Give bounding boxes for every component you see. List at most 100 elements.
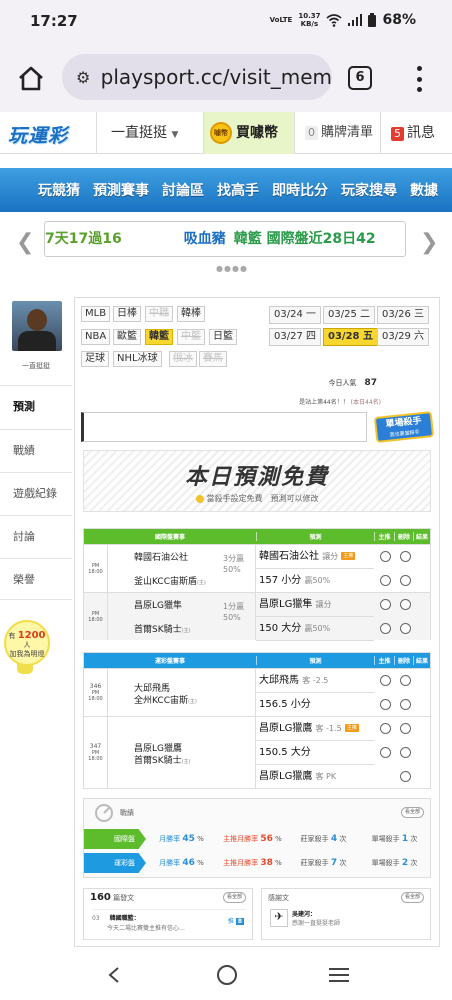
record-more-button[interactable]: 看全部 — [400, 807, 424, 818]
thanks-name[interactable]: 吳建河： — [292, 911, 316, 918]
pick-cell[interactable]: 157 小分 贏50% — [256, 569, 374, 593]
pick-cell[interactable]: 150.5 大分 — [256, 741, 374, 765]
pick-cell[interactable]: 昌原LG獵鷹 客 PK — [256, 765, 374, 789]
tab-switcher-button[interactable]: 6 — [348, 66, 372, 90]
single-killer-badge[interactable]: 單場殺手 我也要當殺手 — [373, 411, 435, 443]
avatar[interactable] — [12, 301, 62, 351]
main-pick-radio[interactable] — [380, 575, 391, 586]
delete-radio[interactable] — [400, 599, 411, 610]
delete-radio[interactable] — [400, 575, 411, 586]
messages-link[interactable]: 5 訊息 — [380, 112, 452, 154]
pick-total[interactable]: 150 大分 — [259, 623, 301, 634]
table-row: 347 PM 18:00 昌原LG獵鷹 首爾SK騎士(主) 昌原LG獵鷹 客 -1… — [84, 716, 430, 788]
league-nhl[interactable]: NHL冰球 — [113, 351, 162, 367]
date-0324[interactable]: 03/24 一 — [269, 306, 321, 324]
pick-total[interactable]: 150.5 大分 — [259, 747, 311, 758]
league-nba[interactable]: NBA — [81, 329, 111, 345]
nav-item-livescore[interactable]: 即時比分 — [272, 180, 328, 200]
delete-radio[interactable] — [400, 699, 411, 710]
home-icon[interactable] — [16, 64, 46, 94]
site-logo[interactable]: 玩運彩 — [8, 121, 68, 148]
league-npb[interactable]: 日棒 — [113, 306, 141, 322]
ticker-record[interactable]: 7天17過16 — [45, 231, 122, 247]
delete-radio[interactable] — [400, 675, 411, 686]
nav-item-predict[interactable]: 預測賽事 — [93, 180, 149, 200]
chevron-right-icon[interactable]: ❯ — [420, 230, 438, 255]
delete-radio[interactable] — [400, 771, 411, 782]
messages-label[interactable]: 訊息 — [407, 125, 435, 141]
cart-link[interactable]: 0 購牌清單 — [294, 112, 380, 154]
date-0328[interactable]: 03/28 五 — [323, 328, 378, 346]
main-pick-radio[interactable] — [380, 551, 391, 562]
league-mlb[interactable]: MLB — [81, 306, 111, 322]
pick-team[interactable]: 大邱飛馬 — [259, 675, 299, 686]
main-pick-radio[interactable] — [380, 699, 391, 710]
away-team-name: 釜山KCC宙斯盾 — [134, 577, 197, 587]
nav-item-player-search[interactable]: 玩家搜尋 — [341, 180, 397, 200]
date-0327[interactable]: 03/27 四 — [269, 328, 321, 346]
message-input[interactable] — [81, 412, 367, 442]
league-euro-bb[interactable]: 歐籃 — [113, 329, 141, 345]
pick-total[interactable]: 157 小分 — [259, 575, 301, 586]
user-dropdown-label[interactable]: 一直挺挺 — [111, 125, 167, 141]
sidebar-item-predict[interactable]: 預測 — [0, 385, 72, 427]
ticker-box[interactable]: 7天17過16 吸血豬 韓籃 國際盤近28日42 — [44, 221, 406, 257]
nav-item-forum[interactable]: 討論區 — [162, 180, 204, 200]
nav-item-data[interactable]: 數據 — [410, 180, 438, 200]
league-bleague[interactable]: 日籃 — [209, 329, 237, 345]
pick-team[interactable]: 昌原LG獵鷹 — [259, 723, 312, 734]
buy-coin-button[interactable]: 噱幣 買噱幣 — [204, 112, 294, 154]
sidebar-item-record[interactable]: 戰績 — [0, 429, 72, 471]
chevron-left-icon[interactable]: ❮ — [16, 230, 34, 255]
more-menu-icon[interactable] — [414, 66, 424, 92]
thanks-item[interactable]: 吳建河： 感謝一直挺挺老師 — [292, 909, 340, 927]
url-text[interactable]: playsport.cc/visit_mem — [101, 65, 332, 89]
article-item[interactable]: 03 韓國職籃： 今天二場比賽雙主推有信心… 推 8 — [92, 909, 246, 933]
cart-label[interactable]: 購牌清單 — [321, 125, 373, 140]
date-0329[interactable]: 03/29 六 — [377, 328, 429, 346]
ticker-detail[interactable]: 韓籃 國際盤近28日42 — [234, 231, 376, 247]
site-settings-icon[interactable]: ⚙ — [76, 68, 91, 87]
delete-radio[interactable] — [400, 623, 411, 634]
pick-total[interactable]: 156.5 小分 — [259, 699, 311, 710]
recents-icon[interactable] — [328, 965, 350, 985]
pick-team[interactable]: 昌原LG獵隼 — [259, 599, 312, 610]
date-0325[interactable]: 03/25 二 — [323, 306, 375, 324]
articles-more-button[interactable]: 看全部 — [222, 892, 246, 903]
main-pick-radio[interactable] — [380, 747, 391, 758]
main-pick-radio[interactable] — [380, 723, 391, 734]
pick-cell[interactable]: 156.5 小分 — [256, 693, 374, 717]
ticker-user[interactable]: 吸血豬 — [184, 231, 226, 247]
pick-cell[interactable]: 150 大分 贏50% — [256, 617, 374, 641]
sidebar-item-game-log[interactable]: 遊戲紀錄 — [0, 472, 72, 514]
date-0326[interactable]: 03/26 三 — [377, 306, 429, 324]
pick-cell[interactable]: 大邱飛馬 客 -2.5 — [256, 669, 374, 693]
thanks-more-button[interactable]: 看全部 — [400, 892, 424, 903]
user-dropdown[interactable]: 一直挺挺 ▼ — [96, 112, 204, 154]
delete-radio[interactable] — [400, 723, 411, 734]
home-circle-icon[interactable] — [215, 963, 239, 987]
league-kbl[interactable]: 韓籃 — [145, 329, 173, 345]
pick-team[interactable]: 昌原LG獵鷹 — [259, 771, 312, 782]
address-bar[interactable]: ⚙ playsport.cc/visit_mem — [62, 54, 332, 100]
lightbulb-icon[interactable]: 有 1200 人 加我為明燈 — [4, 620, 50, 666]
league-kbo[interactable]: 韓棒 — [177, 306, 205, 322]
article-title[interactable]: 韓國職籃： — [110, 915, 140, 922]
league-soccer[interactable]: 足球 — [81, 351, 109, 367]
main-pick-radio[interactable] — [380, 623, 391, 634]
nav-item-guess[interactable]: 玩競猜 — [38, 180, 80, 200]
pick-cell[interactable]: 韓國石油公社 讓分 主推 — [256, 545, 374, 569]
main-pick-radio[interactable] — [380, 599, 391, 610]
delete-radio[interactable] — [400, 747, 411, 758]
sidebar-item-discuss[interactable]: 討論 — [0, 515, 72, 557]
sidebar-item-honor[interactable]: 榮譽 — [0, 558, 72, 600]
pick-cell[interactable]: 昌原LG獵隼 讓分 — [256, 593, 374, 617]
main-pick-radio[interactable] — [380, 675, 391, 686]
pick-team[interactable]: 韓國石油公社 — [259, 551, 319, 562]
pick-cell[interactable]: 昌原LG獵鷹 客 -1.5 主推 — [256, 717, 374, 741]
buy-coin-label[interactable]: 買噱幣 — [236, 112, 278, 154]
nav-item-experts[interactable]: 找高手 — [217, 180, 259, 200]
back-icon[interactable] — [104, 965, 124, 985]
delete-radio[interactable] — [400, 551, 411, 562]
stat-unit: 次 — [410, 835, 418, 843]
